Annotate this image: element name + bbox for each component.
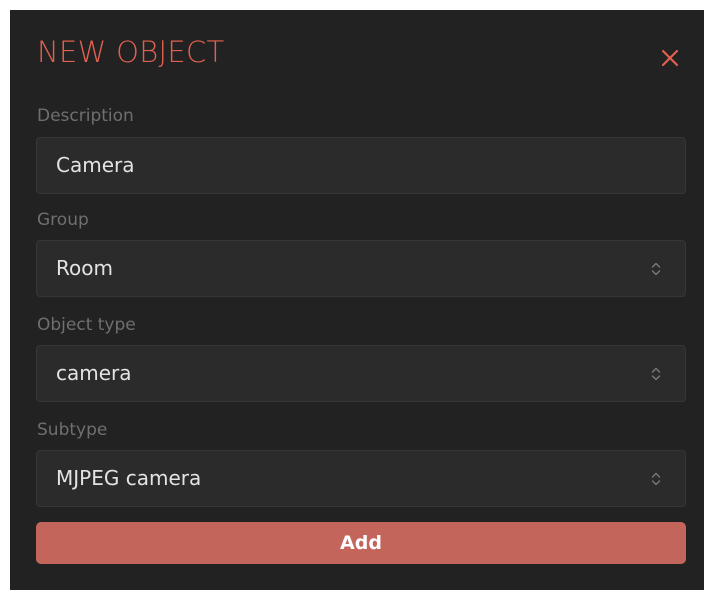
description-input[interactable]: Camera [36,137,686,194]
group-selected-value: Room [56,256,113,280]
group-label: Group [37,210,89,230]
subtype-selected-value: MJPEG camera [56,466,202,490]
select-chevrons-icon [650,366,662,382]
object-type-select[interactable]: camera [36,345,686,402]
select-chevrons-icon [650,261,662,277]
select-chevrons-icon [650,471,662,487]
description-label: Description [37,106,134,126]
group-select[interactable]: Room [36,240,686,297]
dialog-title: NEW OBJECT [37,35,225,69]
new-object-dialog: NEW OBJECT Description Camera Group Room… [10,10,704,590]
close-icon [661,49,679,67]
object-type-label: Object type [37,315,136,335]
subtype-select[interactable]: MJPEG camera [36,450,686,507]
close-button[interactable] [658,46,682,70]
add-button[interactable]: Add [36,522,686,564]
object-type-selected-value: camera [56,361,132,385]
description-value: Camera [56,153,135,177]
subtype-label: Subtype [37,420,108,440]
